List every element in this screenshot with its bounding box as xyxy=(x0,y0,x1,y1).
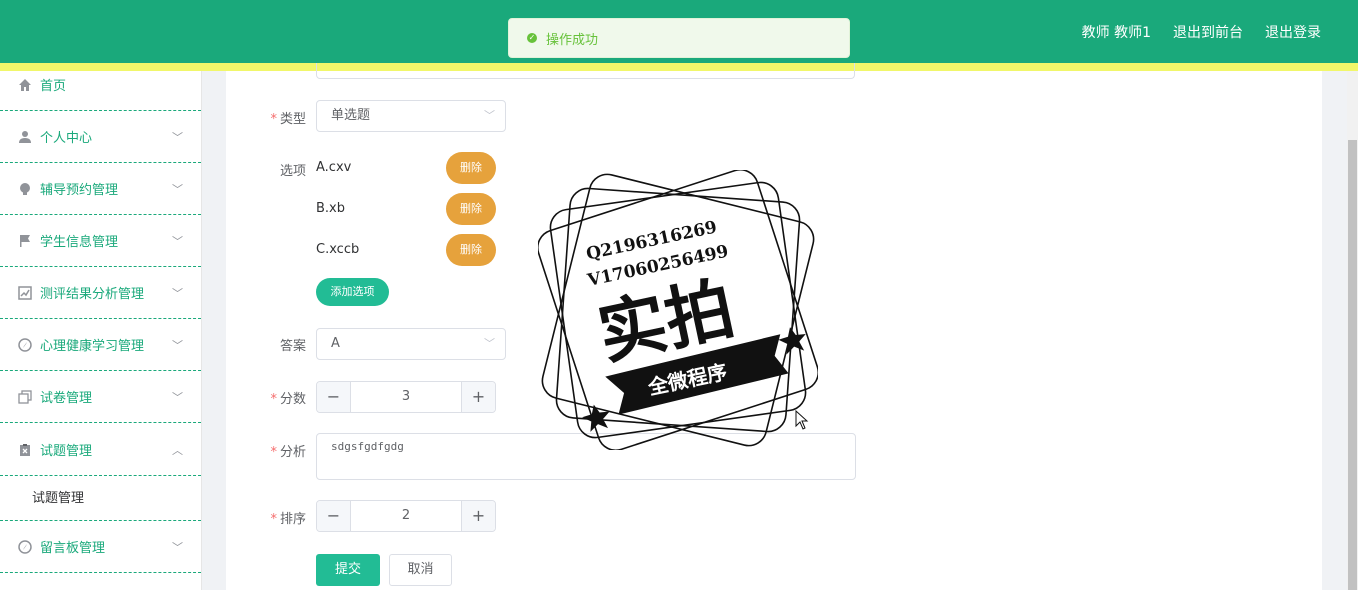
delete-option-a-button[interactable]: 删除 xyxy=(446,152,496,184)
order-input[interactable]: 2 xyxy=(351,501,461,531)
copy-icon xyxy=(18,389,32,404)
order-label: * 排序 xyxy=(270,512,306,527)
content-textarea-partial[interactable] xyxy=(316,63,855,79)
option-item-b: B.xb xyxy=(316,201,345,216)
sidebar-menu: 首页 个人中心 ﹀ 辅导预约管理 ﹀ 学生信息管理 ﹀ 测评结果分析管理 ﹀ 心… xyxy=(0,71,202,590)
sidebar-item-appointment[interactable]: 辅导预约管理 ﹀ xyxy=(0,163,201,215)
type-label: * 类型 xyxy=(270,112,306,127)
option-item-c: C.xccb xyxy=(316,242,360,257)
compass-icon xyxy=(18,539,32,554)
cancel-button[interactable]: 取消 xyxy=(389,554,452,586)
delete-option-c-button[interactable]: 删除 xyxy=(446,234,496,266)
chevron-up-icon: ︿ xyxy=(172,443,183,457)
check-circle-icon: ✓ xyxy=(527,33,537,43)
answer-label: 答案 xyxy=(279,339,306,354)
user-icon xyxy=(19,130,31,143)
sidebar-item-label: 测评结果分析管理 xyxy=(40,287,145,302)
add-option-button[interactable]: 添加选项 xyxy=(316,278,389,306)
user-label: 教师 教师1 xyxy=(1081,24,1151,41)
exit-to-front-link[interactable]: 退出到前台 xyxy=(1173,22,1243,42)
sidebar-item-message-board[interactable]: 留言板管理 ﹀ xyxy=(0,521,201,573)
chevron-down-icon: ﹀ xyxy=(172,234,183,248)
sidebar-item-label: 首页 xyxy=(40,79,67,94)
order-decrement-button[interactable]: − xyxy=(317,501,351,531)
sidebar-item-label: 留言板管理 xyxy=(40,541,106,556)
chevron-down-icon: ﹀ xyxy=(172,338,183,352)
submit-button[interactable]: 提交 xyxy=(316,554,380,586)
toast-message: 操作成功 xyxy=(546,32,599,48)
order-stepper[interactable]: − 2 + xyxy=(316,500,496,532)
type-select[interactable]: 单选题 ﹀ xyxy=(316,100,506,132)
options-label: 选项 xyxy=(279,164,306,179)
compass-icon xyxy=(18,337,32,352)
score-decrement-button[interactable]: − xyxy=(317,382,351,412)
bulb-icon xyxy=(20,182,30,195)
chevron-down-icon: ﹀ xyxy=(172,182,183,196)
delete-option-b-button[interactable]: 删除 xyxy=(446,193,496,225)
score-increment-button[interactable]: + xyxy=(461,382,495,412)
order-increment-button[interactable]: + xyxy=(461,501,495,531)
sidebar-subitem-label: 试题管理 xyxy=(32,491,85,506)
chevron-down-icon: ﹀ xyxy=(172,130,183,144)
clipboard-icon xyxy=(20,443,30,456)
sidebar-item-label: 学生信息管理 xyxy=(40,235,119,250)
sidebar-item-label: 辅导预约管理 xyxy=(40,183,119,198)
sidebar-item-questions[interactable]: 试题管理 ︿ xyxy=(0,424,201,476)
score-stepper[interactable]: − 3 + xyxy=(316,381,496,413)
page-scrollbar[interactable] xyxy=(1347,71,1358,590)
chart-icon xyxy=(18,285,32,300)
score-input[interactable]: 3 xyxy=(351,382,461,412)
answer-select[interactable]: A ﹀ xyxy=(316,328,506,360)
answer-select-value: A xyxy=(331,336,340,351)
mouse-cursor-icon xyxy=(795,410,809,430)
watermark-stamp: Q2196316269 V17060256499 实拍 全微程序 xyxy=(538,170,818,450)
sidebar-item-student-info[interactable]: 学生信息管理 ﹀ xyxy=(0,215,201,267)
score-label: * 分数 xyxy=(270,392,306,407)
flag-icon xyxy=(20,234,30,247)
sidebar-subitem-questions[interactable]: 试题管理 xyxy=(0,471,201,521)
sidebar-item-label: 个人中心 xyxy=(40,131,93,146)
chevron-down-icon: ﹀ xyxy=(172,286,183,300)
home-icon xyxy=(19,78,31,91)
sidebar-item-evaluation[interactable]: 测评结果分析管理 ﹀ xyxy=(0,267,201,319)
success-toast: ✓ 操作成功 xyxy=(508,18,850,58)
header-user-area: 教师 教师1 退出到前台 退出登录 xyxy=(1082,0,1321,63)
sidebar-item-label: 心理健康学习管理 xyxy=(40,339,145,354)
chevron-down-icon: ﹀ xyxy=(172,390,183,404)
analysis-label: * 分析 xyxy=(270,445,306,460)
type-select-value: 单选题 xyxy=(331,108,371,123)
chevron-down-icon: ﹀ xyxy=(172,540,183,554)
chevron-down-icon: ﹀ xyxy=(484,337,495,350)
sidebar-item-label: 试卷管理 xyxy=(40,391,93,406)
logout-link[interactable]: 退出登录 xyxy=(1265,22,1321,42)
sidebar-item-home[interactable]: 首页 xyxy=(0,59,201,111)
sidebar-item-personal-center[interactable]: 个人中心 ﹀ xyxy=(0,111,201,163)
sidebar-item-mental-health[interactable]: 心理健康学习管理 ﹀ xyxy=(0,319,201,371)
option-item-a: A.cxv xyxy=(316,160,352,175)
scrollbar-thumb[interactable] xyxy=(1348,140,1357,590)
chevron-down-icon: ﹀ xyxy=(484,109,495,122)
sidebar-item-papers[interactable]: 试卷管理 ﹀ xyxy=(0,371,201,423)
sidebar-item-label: 试题管理 xyxy=(40,444,93,459)
